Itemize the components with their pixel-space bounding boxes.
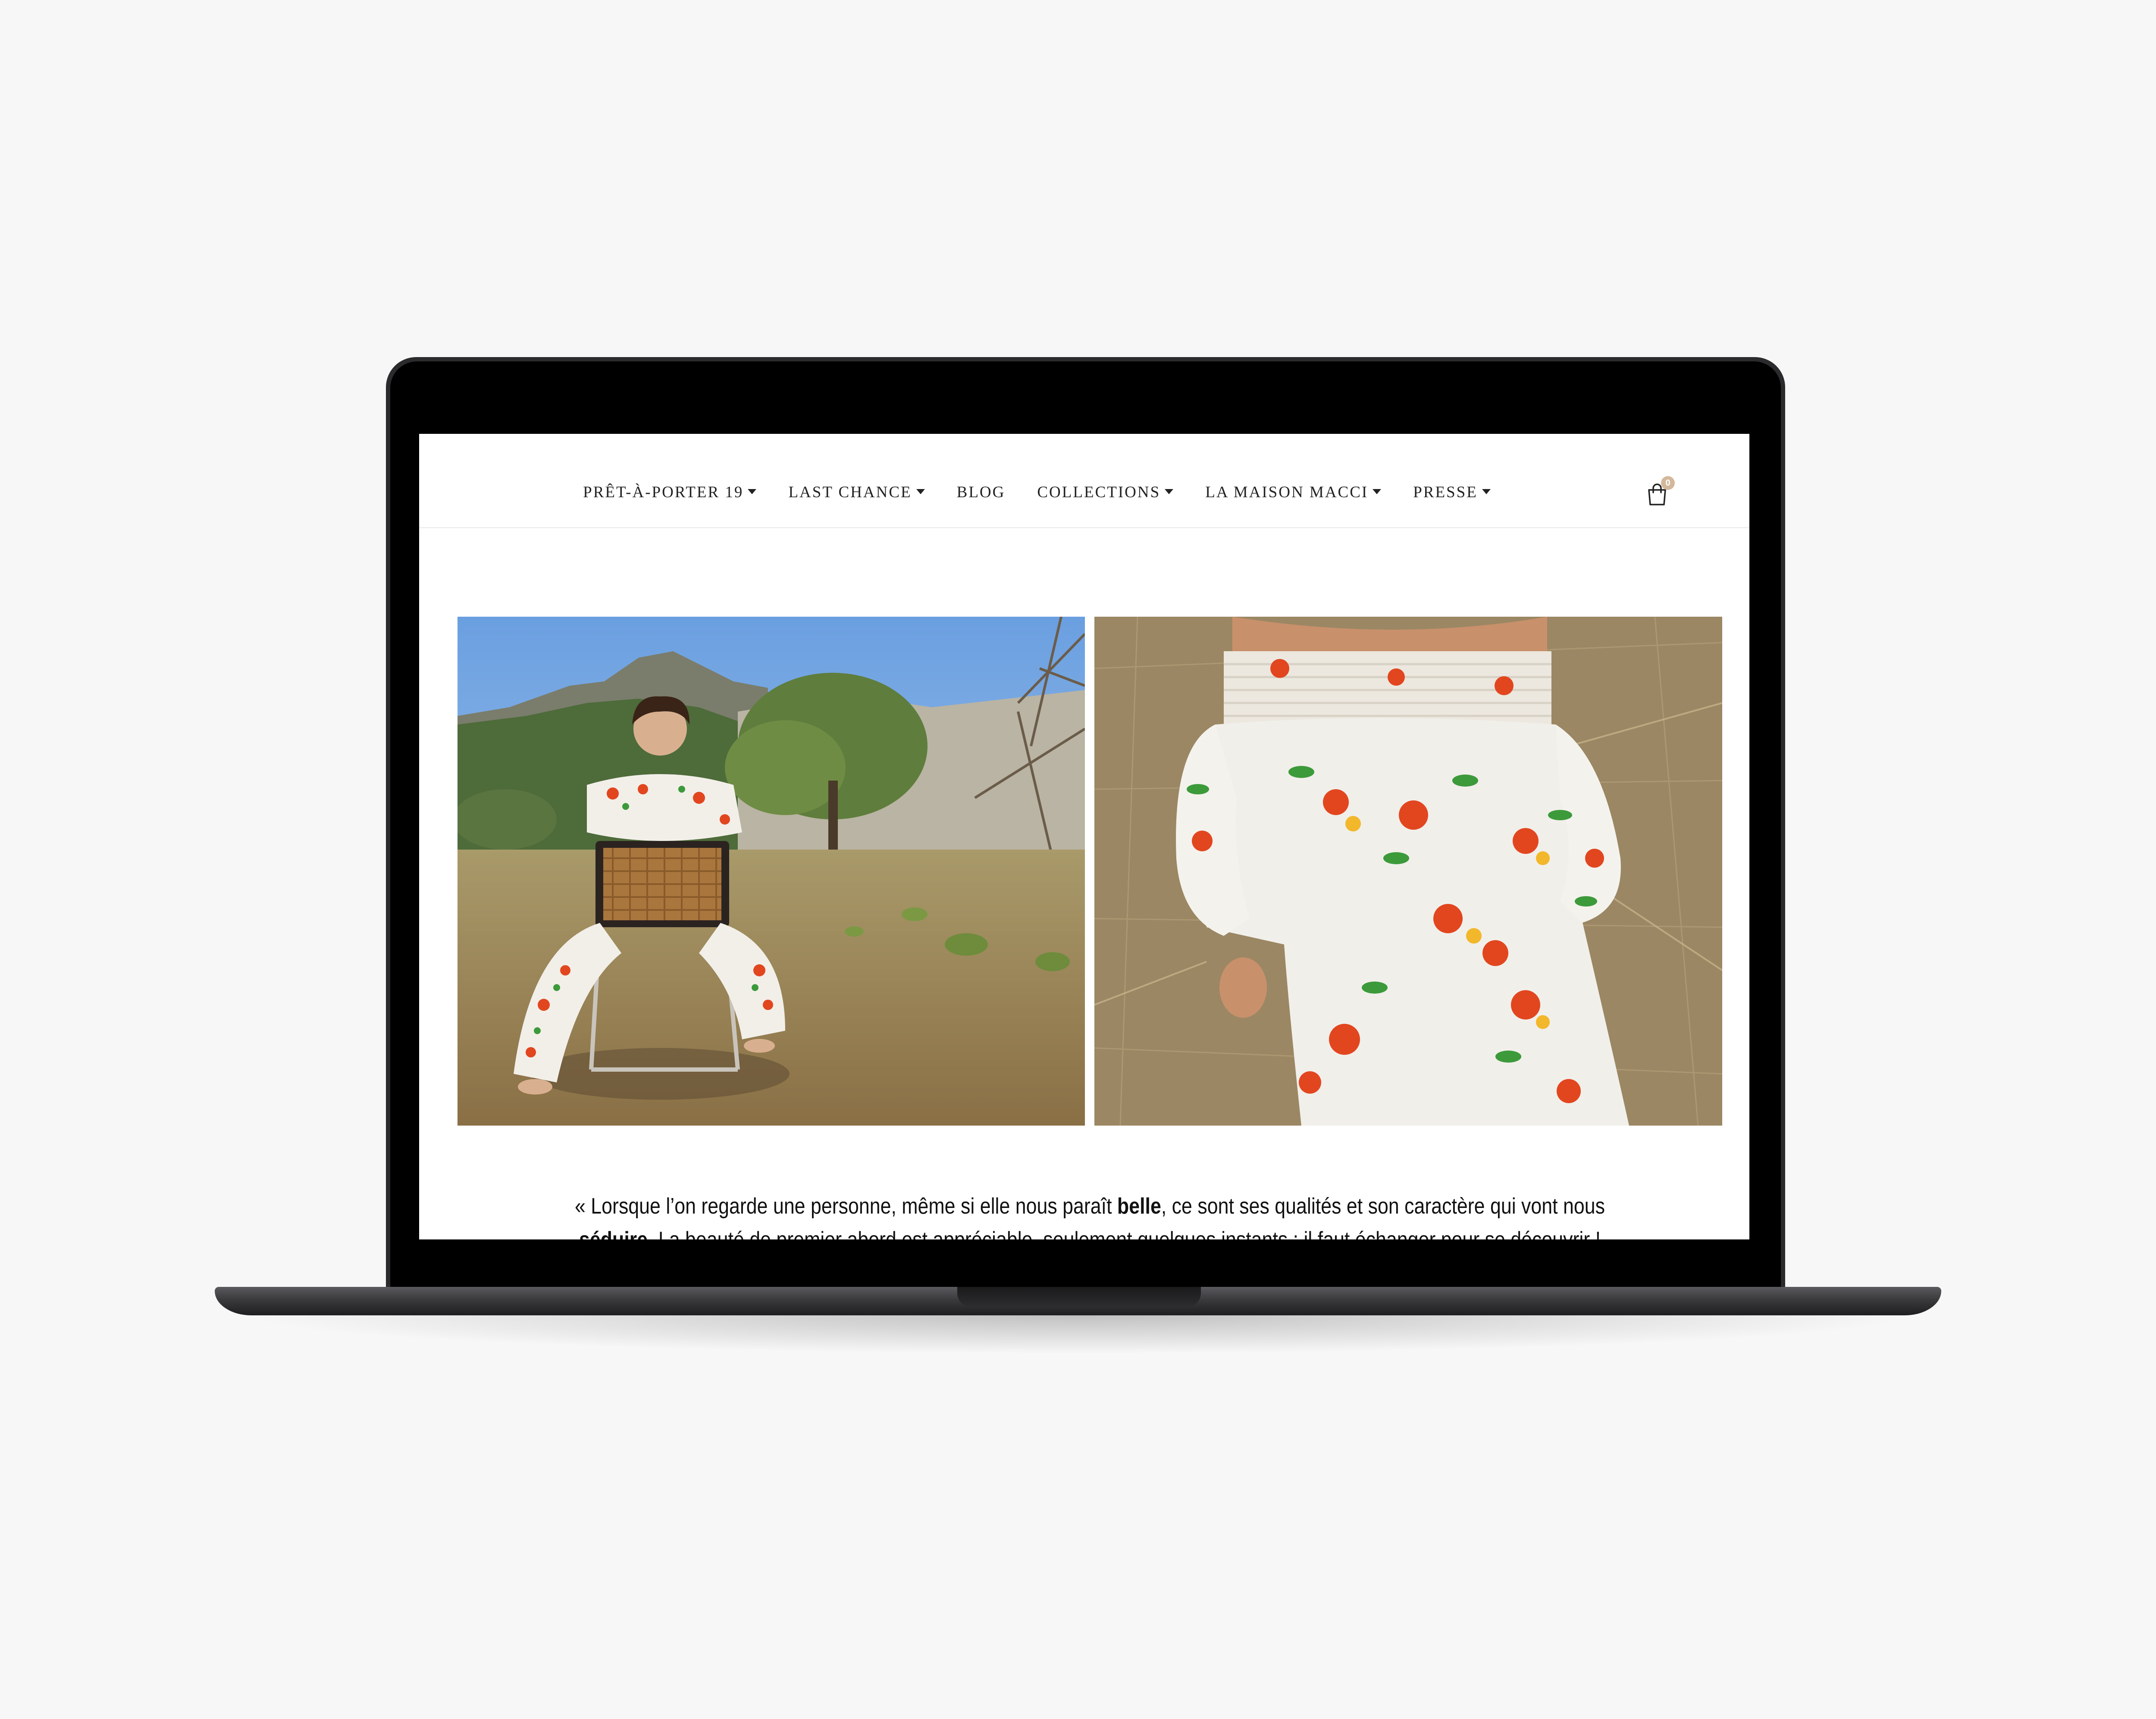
- nav-item-blog[interactable]: BLOG: [957, 483, 1006, 502]
- quote-bold-belle: belle: [1117, 1194, 1161, 1219]
- nav-item-la-maison-macci[interactable]: LA MAISON MACCI: [1205, 483, 1382, 502]
- cart-count-badge: 0: [1661, 476, 1675, 490]
- nav-label: PRÊT-À-PORTER 19: [583, 483, 744, 501]
- site-header: PRÊT-À-PORTER 19 LAST CHANCE BLOG COLLEC…: [419, 434, 1749, 528]
- quote-bold-seduire: séduire: [579, 1227, 648, 1239]
- nav-label: LA MAISON MACCI: [1205, 483, 1369, 501]
- nav-label: PRESSE: [1413, 483, 1478, 501]
- quote-text-3: . La beauté de premier abord est appréci…: [648, 1227, 1601, 1239]
- nav-label: COLLECTIONS: [1037, 483, 1161, 501]
- caret-down-icon: [916, 489, 925, 494]
- nav-item-pret-a-porter[interactable]: PRÊT-À-PORTER 19: [583, 483, 757, 502]
- cart-button[interactable]: 0: [1647, 476, 1675, 506]
- nav-item-collections[interactable]: COLLECTIONS: [1037, 483, 1174, 502]
- browser-screen: PRÊT-À-PORTER 19 LAST CHANCE BLOG COLLEC…: [419, 434, 1749, 1239]
- lookbook-photo-seated: [458, 617, 1085, 1126]
- caret-down-icon: [1165, 489, 1174, 494]
- lying-model-image: [1094, 617, 1722, 1126]
- laptop-opening-notch: [957, 1287, 1201, 1308]
- lookbook-photo-lying: [1094, 617, 1722, 1126]
- quote-text-2: , ce sont ses qualités et son caractère …: [1161, 1194, 1605, 1219]
- nav-item-presse[interactable]: PRESSE: [1413, 483, 1491, 502]
- nav-label: LAST CHANCE: [788, 483, 912, 501]
- caret-down-icon: [1482, 489, 1491, 494]
- laptop-shadow: [241, 1315, 1915, 1354]
- nav-label: BLOG: [956, 483, 1006, 501]
- brand-quote: « Lorsque l’on regarde une personne, mêm…: [546, 1189, 1633, 1239]
- nav-item-last-chance[interactable]: LAST CHANCE: [788, 483, 925, 502]
- main-nav: PRÊT-À-PORTER 19 LAST CHANCE BLOG COLLEC…: [419, 481, 1749, 503]
- quote-text-1: « Lorsque l’on regarde une personne, mêm…: [575, 1194, 1117, 1219]
- seated-model-image: [458, 617, 1085, 1126]
- caret-down-icon: [1373, 489, 1382, 494]
- caret-down-icon: [748, 489, 757, 494]
